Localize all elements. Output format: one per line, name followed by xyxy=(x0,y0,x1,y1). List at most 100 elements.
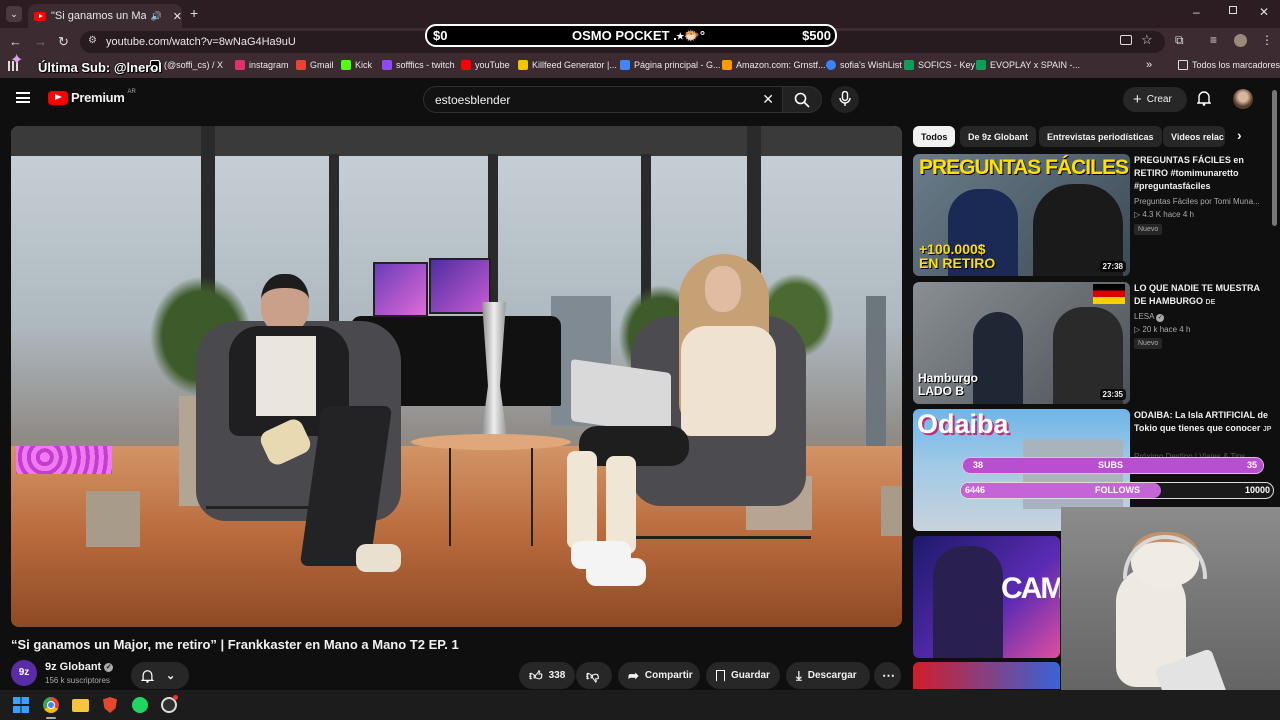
bookmark-drive[interactable]: Página principal - G... xyxy=(620,60,721,70)
forward-arrow-icon[interactable]: → xyxy=(34,34,47,49)
spotify-icon[interactable] xyxy=(132,697,148,713)
menu-kebab-icon[interactable]: ⋮ xyxy=(1261,33,1273,47)
video-thumbnail[interactable]: CAMP xyxy=(913,536,1060,658)
all-bookmarks-folder[interactable]: Todos los marcadores xyxy=(1178,60,1280,70)
user-avatar[interactable] xyxy=(1233,89,1253,109)
bookmark-star-icon[interactable]: ☆ xyxy=(1141,32,1153,48)
chip-related[interactable]: Videos relac xyxy=(1163,126,1225,147)
clear-search-icon[interactable]: ✕ xyxy=(762,91,774,108)
person-right-face xyxy=(705,266,741,312)
browser-tab-active[interactable]: "Si ganamos un Major, me ... 🔊 ✕ xyxy=(28,4,182,28)
speaker-icon[interactable]: 🔊 xyxy=(151,11,162,22)
chip-interviews[interactable]: Entrevistas periodísticas xyxy=(1039,126,1162,147)
back-arrow-icon[interactable]: ← xyxy=(9,34,22,49)
person-right-shoe xyxy=(586,558,646,586)
reload-icon[interactable]: ↻ xyxy=(58,34,69,50)
thumbs-down-icon: 👎︎ xyxy=(586,667,600,683)
video-thumbnail[interactable]: Hamburgo LADO B 23:35 xyxy=(913,282,1130,404)
bookmark-evoplay[interactable]: EVOPLAY x SPAIN -... xyxy=(976,60,1080,70)
chip-9z-globant[interactable]: De 9z Globant xyxy=(960,126,1037,147)
thumbnail-caption: Hamburgo LADO B xyxy=(918,371,978,398)
video-title[interactable]: LO QUE NADIE TE MUESTRA DE HAMBURGO DE xyxy=(1134,282,1274,309)
site-info-icon[interactable]: ⚙ xyxy=(88,35,97,46)
channel-name-main[interactable]: 9z Globant ✓ xyxy=(45,661,114,673)
person-left-shirt xyxy=(256,336,316,416)
planter xyxy=(881,486,902,536)
person-right-sweater xyxy=(681,326,776,436)
maximize-icon[interactable] xyxy=(1229,6,1237,14)
voice-search-button[interactable] xyxy=(831,86,859,113)
follows-count: 6446 xyxy=(965,485,986,495)
channel-name[interactable]: Preguntas Fáciles por Tomi Muna... xyxy=(1134,197,1260,206)
chips-next-chevron-icon[interactable]: › xyxy=(1237,127,1242,143)
reading-list-icon[interactable]: ≡ xyxy=(1210,33,1217,47)
create-label: Crear xyxy=(1146,94,1172,105)
subs-goal-bar: 38 SUBS 35 xyxy=(962,457,1264,474)
taskbar-active-indicator xyxy=(46,717,56,719)
chip-all[interactable]: Todos xyxy=(913,126,956,147)
wishlist-icon xyxy=(826,60,836,70)
notifications-bell-icon[interactable] xyxy=(1196,90,1212,106)
bookmark-amazon[interactable]: Amazon.com: Grnstf... xyxy=(722,60,826,70)
osmo-goal-title: OSMO POCKET .⭑🐡° xyxy=(572,28,706,43)
bookmark-wishlist[interactable]: sofia's WishList xyxy=(826,60,902,70)
video-title-main: “Si ganamos un Major, me retiro” | Frank… xyxy=(11,637,459,652)
sheets-icon xyxy=(904,60,914,70)
chrome-taskbar-icon[interactable] xyxy=(43,697,59,713)
bookmark-icon xyxy=(716,669,725,682)
minimize-icon[interactable]: – xyxy=(1193,5,1200,19)
video-stats: ▷ 4.3 K hace 4 h xyxy=(1134,210,1194,219)
bookmark-gmail[interactable]: Gmail xyxy=(296,60,334,70)
channel-name[interactable]: LESA ✓ xyxy=(1134,312,1165,322)
recommended-thumbnail-partial[interactable] xyxy=(913,662,1060,689)
share-arrow-icon: ➦ xyxy=(628,667,639,683)
search-query-text: estoesblender xyxy=(435,92,511,107)
more-actions-button[interactable]: ⋯ xyxy=(874,662,901,689)
video-title[interactable]: PREGUNTAS FÁCILES en RETIRO #tomimunaret… xyxy=(1134,154,1274,193)
windows-taskbar xyxy=(0,690,1280,720)
download-button[interactable]: ⤓ Descargar xyxy=(786,662,870,689)
brave-shield-icon[interactable] xyxy=(103,697,117,713)
tab-close-icon[interactable]: ✕ xyxy=(173,10,182,23)
window-close-icon[interactable]: ✕ xyxy=(1259,5,1269,19)
new-tab-button[interactable]: + xyxy=(190,5,198,21)
kick-icon xyxy=(341,60,351,70)
hamburger-menu-icon[interactable] xyxy=(16,92,30,103)
cat-webcam-overlay xyxy=(1061,507,1280,720)
more-bookmarks-icon[interactable]: » xyxy=(1146,59,1152,71)
bookmark-instagram[interactable]: instagram xyxy=(235,60,289,70)
video-title[interactable]: ODAIBA: La Isla ARTIFICIAL de Tokio que … xyxy=(1134,409,1274,436)
bookmark-sofics-key[interactable]: SOFICS - Key xyxy=(904,60,975,70)
youtube-logo[interactable]: Premium AR xyxy=(48,89,136,105)
thumbnail-headline: Odaiba xyxy=(917,409,1009,439)
sparkle-icon: ✦ xyxy=(10,52,24,69)
bookmark-kick[interactable]: Kick xyxy=(341,60,372,70)
search-input[interactable]: estoesblender ✕ xyxy=(423,86,783,113)
cast-icon[interactable] xyxy=(1120,35,1132,45)
bookmark-youtube[interactable]: youTube xyxy=(461,60,510,70)
profile-avatar-icon[interactable] xyxy=(1234,34,1247,47)
channel-avatar[interactable]: 9z xyxy=(11,660,37,686)
file-explorer-icon[interactable] xyxy=(72,699,89,712)
person-right-socks xyxy=(606,456,636,554)
tab-search-icon[interactable]: ⌄ xyxy=(6,6,22,22)
dislike-button[interactable]: 👎︎ xyxy=(576,662,612,689)
recommended-video[interactable]: Hamburgo LADO B 23:35 LO QUE NADIE TE MU… xyxy=(913,282,1278,406)
save-button[interactable]: Guardar xyxy=(706,662,780,689)
bookmark-twitch[interactable]: sofffics - twitch xyxy=(382,60,455,70)
notification-dot xyxy=(173,695,178,700)
search-button[interactable] xyxy=(782,86,822,113)
bookmark-killfeed[interactable]: Killfeed Generator |... xyxy=(518,60,617,70)
video-thumbnail[interactable]: PREGUNTAS FÁCILES +100.000$ EN RETIRO 27… xyxy=(913,154,1130,276)
recommended-video[interactable]: PREGUNTAS FÁCILES +100.000$ EN RETIRO 27… xyxy=(913,154,1278,278)
thumbnail-headline: CAMP xyxy=(1001,572,1060,605)
create-button[interactable]: + Crear xyxy=(1123,87,1187,112)
osmo-goal-end: $500 xyxy=(802,28,831,43)
new-badge: Nuevo xyxy=(1134,224,1163,235)
share-button[interactable]: ➦ Compartir xyxy=(618,662,700,689)
windows-start-icon[interactable] xyxy=(13,697,29,713)
extensions-icon[interactable]: ⧉ xyxy=(1175,33,1184,48)
video-player[interactable] xyxy=(11,126,902,627)
subscribed-notifications-button[interactable]: ⌄ xyxy=(131,662,189,689)
like-button[interactable]: 👍︎ 338 xyxy=(519,662,575,689)
